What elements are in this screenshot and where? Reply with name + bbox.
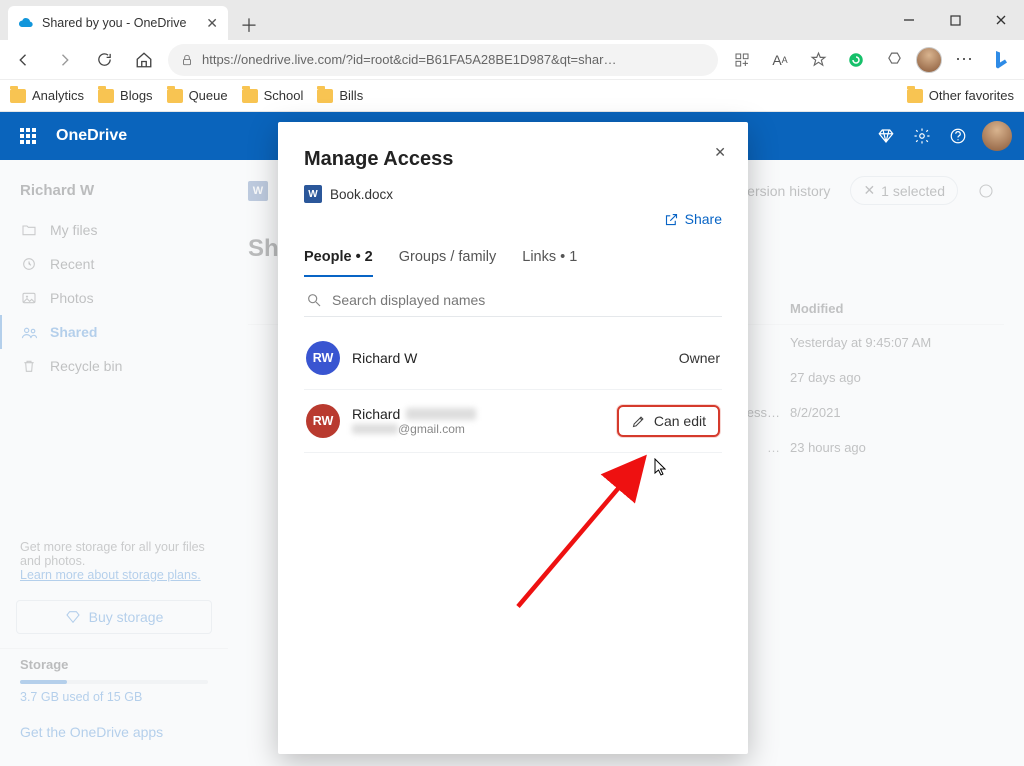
person-row-editor: RW Richard @gmail.com Can edit (304, 390, 722, 453)
grammarly-icon[interactable] (840, 44, 872, 76)
dialog-tabs: People • 2 Groups / family Links • 1 (304, 249, 722, 278)
window-controls (886, 0, 1024, 40)
onedrive-icon (18, 15, 34, 31)
refresh-button[interactable] (88, 44, 120, 76)
folder-icon (907, 89, 923, 103)
close-tab-icon[interactable]: ✕ (206, 15, 218, 32)
maximize-button[interactable] (932, 0, 978, 40)
profile-avatar[interactable] (916, 47, 942, 73)
permission-button[interactable]: Can edit (617, 405, 720, 437)
favorites-icon[interactable] (802, 44, 834, 76)
browser-tab[interactable]: Shared by you - OneDrive ✕ (8, 6, 228, 40)
bookmark-analytics[interactable]: Analytics (10, 88, 84, 103)
search-icon (306, 292, 322, 308)
person-row-owner: RW Richard W Owner (304, 327, 722, 390)
bookmark-blogs[interactable]: Blogs (98, 88, 153, 103)
person-name: Richard W (352, 350, 417, 366)
minimize-button[interactable] (886, 0, 932, 40)
premium-icon[interactable] (868, 118, 904, 154)
app-launcher-icon[interactable] (12, 120, 44, 152)
dialog-file-row: W Book.docx (304, 185, 722, 203)
app-title: OneDrive (56, 127, 127, 145)
share-link[interactable]: Share (664, 211, 722, 227)
folder-icon (317, 89, 333, 103)
lock-icon (180, 53, 194, 67)
extension-icon[interactable] (878, 44, 910, 76)
close-window-button[interactable] (978, 0, 1024, 40)
folder-icon (242, 89, 258, 103)
more-menu-icon[interactable]: ⋯ (948, 44, 980, 76)
person-name: Richard (352, 406, 400, 422)
help-icon[interactable] (940, 118, 976, 154)
redacted-surname (406, 408, 476, 420)
home-button[interactable] (128, 44, 160, 76)
back-button[interactable] (8, 44, 40, 76)
bookmark-queue[interactable]: Queue (167, 88, 228, 103)
forward-button[interactable] (48, 44, 80, 76)
folder-icon (98, 89, 114, 103)
dialog-title: Manage Access (304, 148, 722, 171)
avatar: RW (306, 341, 340, 375)
browser-toolbar: https://onedrive.live.com/?id=root&cid=B… (0, 40, 1024, 80)
person-email-suffix: @gmail.com (398, 422, 465, 436)
person-role: Owner (679, 350, 720, 366)
url-text: https://onedrive.live.com/?id=root&cid=B… (202, 52, 616, 67)
search-people-input[interactable]: Search displayed names (304, 282, 722, 317)
manage-access-dialog: Manage Access ✕ W Book.docx Share People… (278, 122, 748, 754)
folder-icon (10, 89, 26, 103)
browser-titlebar: Shared by you - OneDrive ✕ ＋ (0, 0, 1024, 40)
word-file-icon: W (304, 185, 322, 203)
bookmark-school[interactable]: School (242, 88, 304, 103)
bing-button[interactable] (986, 45, 1016, 75)
tab-links[interactable]: Links • 1 (522, 249, 577, 277)
new-tab-button[interactable]: ＋ (234, 10, 264, 40)
account-avatar[interactable] (982, 121, 1012, 151)
text-size-icon[interactable]: AA (764, 44, 796, 76)
avatar: RW (306, 404, 340, 438)
pencil-icon (631, 414, 646, 429)
apps-icon[interactable] (726, 44, 758, 76)
bookmark-bills[interactable]: Bills (317, 88, 363, 103)
folder-icon (167, 89, 183, 103)
settings-icon[interactable] (904, 118, 940, 154)
dialog-filename: Book.docx (330, 187, 393, 202)
dialog-close-button[interactable]: ✕ (714, 144, 726, 161)
tab-groups[interactable]: Groups / family (399, 249, 497, 277)
redacted-email-local (352, 424, 398, 434)
address-bar[interactable]: https://onedrive.live.com/?id=root&cid=B… (168, 44, 718, 76)
tab-people[interactable]: People • 2 (304, 249, 373, 277)
share-icon (664, 212, 679, 227)
tab-title: Shared by you - OneDrive (42, 16, 187, 30)
other-favorites[interactable]: Other favorites (907, 88, 1014, 103)
bookmarks-bar: Analytics Blogs Queue School Bills Other… (0, 80, 1024, 112)
